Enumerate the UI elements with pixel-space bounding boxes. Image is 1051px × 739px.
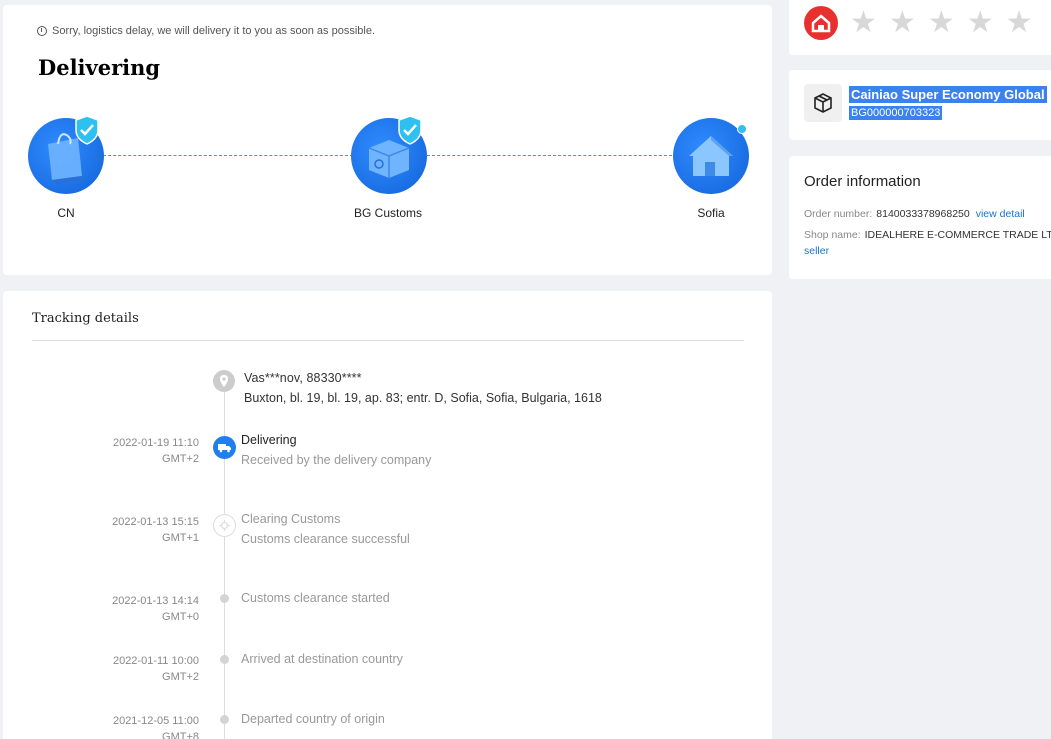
order-info-title: Order information (804, 173, 921, 190)
node-label-sofia: Sofia (697, 206, 725, 220)
event-timezone: GMT+2 (162, 453, 199, 465)
shop-name-label: Shop name: (804, 229, 861, 241)
carrier-card: Cainiao Super Economy Global BG000000703… (789, 70, 1051, 140)
order-information-card: Order information Order number: 814003337… (789, 156, 1051, 279)
star-icon[interactable]: ★ (1006, 6, 1033, 40)
event-title: Arrived at destination country (241, 652, 403, 666)
event-title: Departed country of origin (241, 712, 385, 726)
timeline-dot (220, 655, 229, 664)
star-icon[interactable]: ★ (928, 6, 955, 40)
event-timezone: GMT+8 (162, 731, 199, 739)
event-time: 2022-01-11 10:00 GMT+2 (63, 653, 199, 685)
event-title: Delivering (241, 433, 297, 447)
shop-name-value: IDEALHERE E-COMMERCE TRADE LT (864, 229, 1051, 241)
star-icon[interactable]: ★ (967, 6, 994, 40)
address-recipient: Vas***nov, 88330**** (244, 371, 362, 385)
event-time: 2021-12-05 11:00 GMT+8 (63, 713, 199, 739)
verified-shield-icon (398, 115, 422, 145)
contact-seller-link[interactable]: seller (804, 245, 829, 257)
rating-card: ★ ★ ★ ★ ★ (789, 0, 1051, 55)
event-date: 2022-01-13 14:14 (112, 595, 199, 607)
location-pin-icon (213, 370, 235, 392)
event-time: 2022-01-19 11:10 GMT+2 (63, 435, 199, 467)
divider (32, 340, 744, 341)
cn-node (28, 115, 104, 194)
package-icon (804, 84, 842, 122)
order-number-value: 8140033378968250 (876, 208, 970, 220)
order-number-label: Order number: (804, 208, 873, 220)
event-date: 2022-01-11 10:00 (112, 655, 199, 667)
delay-notice: Sorry, logistics delay, we will delivery… (37, 25, 375, 37)
delivery-status-card: Sorry, logistics delay, we will delivery… (3, 5, 772, 275)
timeline-dot (220, 715, 229, 724)
address-street: Buxton, bl. 19, bl. 19, ap. 83; entr. D,… (244, 391, 602, 405)
event-date: 2022-01-13 15:15 (112, 516, 199, 528)
tracking-number[interactable]: BG000000703323 (849, 106, 943, 120)
progress-line-2 (427, 155, 677, 156)
bg-customs-node (351, 115, 427, 194)
event-title: Clearing Customs (241, 512, 341, 526)
event-date: 2021-12-05 11:00 (112, 715, 199, 727)
event-time: 2022-01-13 14:14 GMT+0 (63, 593, 199, 625)
customs-icon (213, 514, 236, 537)
event-timezone: GMT+2 (162, 671, 199, 683)
info-icon (37, 26, 47, 36)
sofia-node (673, 118, 749, 194)
view-detail-link[interactable]: view detail (976, 208, 1025, 220)
verified-shield-icon (75, 115, 99, 145)
status-dot-icon (737, 124, 747, 134)
store-icon (804, 6, 838, 40)
event-timezone: GMT+0 (162, 611, 199, 623)
carrier-name[interactable]: Cainiao Super Economy Global (849, 86, 1047, 103)
order-number-row: Order number: 8140033378968250 view detail (804, 208, 1025, 220)
tracking-details-card: Tracking details Vas***nov, 88330**** Bu… (3, 291, 772, 739)
timeline-dot (220, 594, 229, 603)
event-timezone: GMT+1 (162, 532, 199, 544)
event-time: 2022-01-13 15:15 GMT+1 (63, 514, 199, 546)
progress-line-1 (103, 155, 353, 156)
node-label-cn: CN (57, 206, 75, 220)
star-rating[interactable]: ★ ★ ★ ★ ★ (804, 6, 1033, 40)
event-subtitle: Customs clearance successful (241, 532, 410, 546)
node-label-bg-customs: BG Customs (353, 206, 422, 220)
star-icon[interactable]: ★ (850, 6, 877, 40)
event-date: 2022-01-19 11:10 (112, 437, 199, 449)
status-title: Delivering (38, 55, 161, 80)
star-icon[interactable]: ★ (889, 6, 916, 40)
tracking-details-title: Tracking details (32, 311, 139, 326)
event-title: Customs clearance started (241, 591, 390, 605)
shop-name-row: Shop name: IDEALHERE E-COMMERCE TRADE LT (804, 229, 1051, 241)
delay-notice-text: Sorry, logistics delay, we will delivery… (52, 25, 376, 37)
event-subtitle: Received by the delivery company (241, 453, 432, 467)
truck-icon (213, 436, 236, 459)
